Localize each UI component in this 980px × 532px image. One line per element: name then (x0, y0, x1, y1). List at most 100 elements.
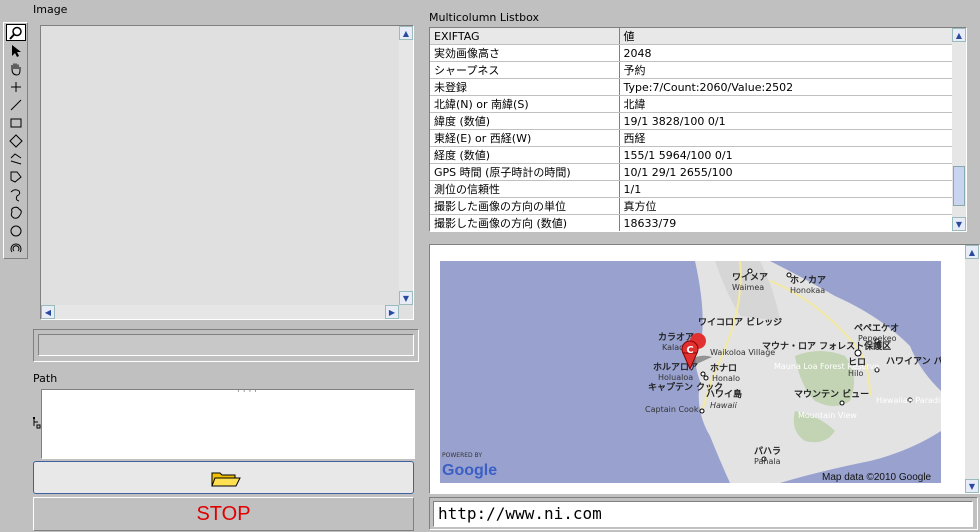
path-text: · · · · (237, 389, 258, 397)
listbox-vertical-scrollbar[interactable]: ▲ ▼ (952, 28, 966, 231)
map-label-honokaa-jp: ホノカア (790, 275, 826, 286)
listbox-row[interactable]: シャープネス 予約 (430, 61, 953, 79)
exif-tag-cell: 実効画像高さ (430, 44, 620, 62)
annulus-tool[interactable] (6, 240, 26, 257)
listbox-row[interactable]: 緯度 (数値) 19/1 3828/100 0/1 (430, 112, 953, 130)
image-info-frame (33, 329, 419, 362)
column-header-exiftag[interactable]: EXIFTAG (430, 28, 620, 45)
path-display[interactable]: · · · · (41, 389, 415, 459)
freehand-region-tool[interactable] (6, 204, 26, 221)
map-label-hilo-en: Hilo (848, 369, 863, 378)
multicolumn-listbox[interactable]: EXIFTAG 値 実効画像高さ 2048 シャープネス 予約 未登録 Type:7/Co… (429, 27, 967, 232)
listbox-row[interactable]: 撮影した画像の方向の単位 真方位 (430, 197, 953, 215)
zoom-icon (9, 26, 22, 40)
polyline-icon (10, 152, 22, 164)
listbox-row[interactable]: 測位の信頼性 1/1 (430, 180, 953, 198)
roi-toolbar (3, 22, 28, 259)
map-label-pahala-en: Pahala (754, 457, 781, 466)
map-label-hawaii-en: Hawaii (710, 401, 738, 410)
listbox-row[interactable]: 撮影した画像の方向 (数値) 18633/79 (430, 214, 953, 231)
oval-tool[interactable] (6, 222, 26, 239)
stop-button[interactable]: STOP (33, 497, 414, 531)
map-label-honalo-en: Honalo (712, 374, 740, 383)
stop-button-label: STOP (196, 502, 251, 525)
scroll-down-icon[interactable]: ▼ (952, 217, 966, 231)
map-label-waimea-jp: ワイメア (732, 272, 768, 283)
image-horizontal-scrollbar[interactable]: ◀ ▶ (41, 305, 399, 319)
exif-tag-cell: シャープネス (430, 61, 620, 79)
map-label-captaincook-en: Captain Cook (645, 405, 699, 414)
crosshair-tool[interactable] (6, 78, 26, 95)
scroll-left-icon[interactable]: ◀ (41, 305, 55, 319)
image-display[interactable]: ▲ ▼ ◀ ▶ (40, 25, 414, 320)
exif-value-cell: 真方位 (619, 197, 953, 215)
exif-value-cell: 18633/79 (619, 214, 953, 231)
exif-value-cell: 1/1 (619, 180, 953, 198)
pointer-tool[interactable] (6, 42, 26, 59)
listbox-header-row: EXIFTAG 値 (430, 28, 953, 45)
google-logo: Google (442, 462, 497, 479)
map-label-hawaii-jp: ハワイ島 (706, 388, 742, 400)
map-label-pahala-jp: パハラ (754, 445, 781, 457)
pointer-icon (12, 44, 21, 57)
url-field-frame: http://www.ni.com (429, 497, 978, 530)
scroll-down-icon[interactable]: ▼ (399, 291, 413, 305)
freehand-line-icon (10, 188, 21, 201)
listbox-row[interactable]: 東経(E) or 西経(W) 西経 (430, 129, 953, 147)
listbox-row[interactable]: 実効画像高さ 2048 (430, 44, 953, 62)
map-label-waimea-en: Waimea (732, 283, 764, 292)
oval-icon (10, 225, 22, 236)
exif-tag-cell: 東経(E) or 西経(W) (430, 129, 620, 147)
exif-tag-cell: 未登録 (430, 78, 620, 96)
exif-value-cell: 予約 (619, 61, 953, 79)
pan-icon (11, 63, 21, 76)
open-folder-icon (211, 472, 241, 487)
scroll-up-icon[interactable]: ▲ (965, 245, 979, 259)
pan-tool[interactable] (6, 60, 26, 77)
zoom-tool[interactable] (6, 24, 26, 41)
crosshair-icon (11, 81, 21, 92)
scrollbar-thumb[interactable] (953, 166, 965, 206)
exif-value-cell: 19/1 3828/100 0/1 (619, 112, 953, 130)
map-label-paradise-en: Hawaiian Paradise Park (876, 396, 941, 405)
scroll-up-icon[interactable]: ▲ (952, 28, 966, 42)
scroll-up-icon[interactable]: ▲ (399, 26, 413, 40)
listbox-row[interactable]: GPS 時間 (原子時計の時間) 10/1 29/1 2655/100 (430, 163, 953, 181)
exif-value-cell: Type:7/Count:2060/Value:2502 (619, 78, 953, 96)
map-label-honalo-jp: ホナロ (710, 363, 737, 374)
column-header-value[interactable]: 値 (619, 28, 953, 45)
google-map[interactable]: ワイメア Waimea ホノカア Honokaa ワイコロア ビレッジ Waik… (440, 261, 941, 483)
image-panel-label: Image (33, 3, 68, 16)
powered-by-text: POWERED BY (442, 452, 482, 459)
exif-value-cell: 2048 (619, 44, 953, 62)
exif-tag-cell: GPS 時間 (原子時計の時間) (430, 163, 620, 181)
listbox-row[interactable]: 経度 (数値) 155/1 5964/100 0/1 (430, 146, 953, 164)
freehand-line-tool[interactable] (6, 186, 26, 203)
annulus-icon (10, 243, 22, 252)
rotated-rect-icon (9, 133, 23, 148)
browse-folder-button[interactable] (33, 461, 414, 494)
scroll-right-icon[interactable]: ▶ (385, 305, 399, 319)
listbox-row[interactable]: 未登録 Type:7/Count:2060/Value:2502 (430, 78, 953, 96)
map-vertical-scrollbar[interactable]: ▲ ▼ (965, 245, 979, 493)
polyline-tool[interactable] (6, 150, 26, 167)
map-label-mountainview-en: Mountain View (798, 411, 857, 420)
exif-value-cell: 西経 (619, 129, 953, 147)
rectangle-tool[interactable] (6, 114, 26, 131)
exif-tag-cell: 測位の信頼性 (430, 180, 620, 198)
scroll-down-icon[interactable]: ▼ (965, 479, 979, 493)
map-attribution: Map data ©2010 Google (822, 472, 932, 483)
listbox-row[interactable]: 北緯(N) or 南緯(S) 北緯 (430, 95, 953, 113)
exif-tag-cell: 撮影した画像の方向の単位 (430, 197, 620, 215)
exif-tag-cell: 緯度 (数値) (430, 112, 620, 130)
map-label-paradise-jp: ハワイアン パラダイス パーク (886, 355, 941, 367)
rotated-rect-tool[interactable] (6, 132, 26, 149)
listbox-label: Multicolumn Listbox (429, 11, 539, 24)
map-label-pepeekeo-jp: ペペエケオ (854, 323, 899, 334)
map-label-honokaa-en: Honokaa (790, 286, 825, 295)
polygon-tool[interactable] (6, 168, 26, 185)
line-tool[interactable] (6, 96, 26, 113)
map-label-hilo-jp: ヒロ (848, 357, 866, 368)
url-field[interactable]: http://www.ni.com (433, 501, 973, 527)
image-vertical-scrollbar[interactable]: ▲ ▼ (399, 26, 413, 305)
